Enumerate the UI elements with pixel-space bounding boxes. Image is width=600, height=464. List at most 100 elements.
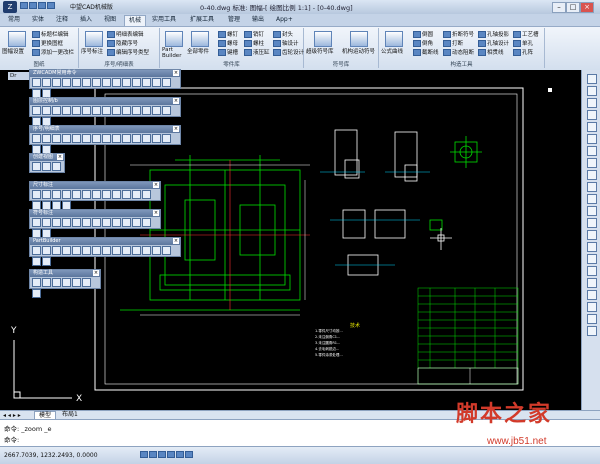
tool-icon[interactable] bbox=[112, 246, 121, 255]
tab-layout1[interactable]: 布局1 bbox=[58, 411, 82, 419]
tool-icon[interactable] bbox=[92, 190, 101, 199]
tool-icon[interactable] bbox=[32, 289, 41, 298]
command-prompt[interactable]: 命令: bbox=[4, 434, 19, 444]
tool-icon[interactable] bbox=[82, 190, 91, 199]
partbuilder-icon[interactable] bbox=[165, 31, 183, 47]
shaft-design-button[interactable]: 轴设计 bbox=[273, 39, 299, 47]
tool-icon[interactable] bbox=[82, 106, 91, 115]
undo-icon[interactable] bbox=[47, 2, 55, 9]
tool-icon[interactable] bbox=[52, 218, 61, 227]
tool-icon[interactable] bbox=[122, 134, 131, 143]
ribbon-tab[interactable]: 插入 bbox=[76, 15, 96, 25]
tool-icon[interactable] bbox=[72, 134, 81, 143]
new-icon[interactable] bbox=[20, 2, 28, 9]
tool-icon[interactable] bbox=[32, 162, 41, 171]
symbol-library-icon[interactable] bbox=[314, 31, 332, 47]
titleblock-edit-button[interactable]: 标题栏编辑 bbox=[32, 30, 69, 38]
tool-icon[interactable] bbox=[42, 78, 51, 87]
bom-edit-button[interactable]: 明细表编辑 bbox=[107, 30, 144, 38]
side-tool-icon[interactable] bbox=[587, 254, 597, 264]
tool-icon[interactable] bbox=[62, 78, 71, 87]
tool-icon[interactable] bbox=[42, 246, 51, 255]
ribbon-tab[interactable]: 管理 bbox=[224, 15, 244, 25]
side-tool-icon[interactable] bbox=[587, 122, 597, 132]
tool-icon[interactable] bbox=[152, 246, 161, 255]
change-frame-button[interactable]: 更换图框 bbox=[32, 39, 63, 47]
tool-icon[interactable] bbox=[62, 246, 71, 255]
tool-icon[interactable] bbox=[42, 134, 51, 143]
tool-icon[interactable] bbox=[52, 278, 61, 287]
floating-toolbar[interactable]: ZWCADM常用命令 × bbox=[29, 69, 181, 98]
frame-setup-icon[interactable] bbox=[8, 31, 26, 47]
tool-icon[interactable] bbox=[152, 78, 161, 87]
ribbon-tab[interactable]: 常用 bbox=[4, 15, 24, 25]
tool-icon[interactable] bbox=[42, 257, 51, 266]
tool-icon[interactable] bbox=[162, 246, 171, 255]
partbuilder-button[interactable]: Part Builder bbox=[162, 47, 186, 59]
formula-curve-button[interactable]: 公式曲线 bbox=[381, 47, 403, 55]
floating-toolbar[interactable]: 序号/明细表 × bbox=[29, 125, 181, 154]
side-tool-icon[interactable] bbox=[587, 110, 597, 120]
toolbar-close-icon[interactable]: × bbox=[173, 126, 179, 132]
ribbon-tab[interactable]: 输出 bbox=[248, 15, 268, 25]
tool-icon[interactable] bbox=[132, 106, 141, 115]
side-tool-icon[interactable] bbox=[587, 86, 597, 96]
document-tab[interactable]: Dr bbox=[8, 72, 30, 80]
tool-icon[interactable] bbox=[102, 106, 111, 115]
tool-icon[interactable] bbox=[32, 246, 41, 255]
tool-icon[interactable] bbox=[32, 134, 41, 143]
tool-icon[interactable] bbox=[72, 190, 81, 199]
keyway-button[interactable]: 键槽 bbox=[218, 48, 238, 56]
tool-icon[interactable] bbox=[72, 78, 81, 87]
stud-button[interactable]: 螺柱 bbox=[244, 39, 264, 47]
side-tool-icon[interactable] bbox=[587, 278, 597, 288]
tool-icon[interactable] bbox=[132, 246, 141, 255]
tool-icon[interactable] bbox=[32, 106, 41, 115]
toolbar-close-icon[interactable]: × bbox=[173, 98, 179, 104]
tool-icon[interactable] bbox=[72, 106, 81, 115]
tool-icon[interactable] bbox=[102, 134, 111, 143]
side-tool-icon[interactable] bbox=[587, 182, 597, 192]
tool-icon[interactable] bbox=[132, 134, 141, 143]
tool-icon[interactable] bbox=[112, 134, 121, 143]
hole-array-button[interactable]: 孔阵 bbox=[513, 48, 533, 56]
tool-icon[interactable] bbox=[82, 278, 91, 287]
tool-icon[interactable] bbox=[32, 78, 41, 87]
tool-icon[interactable] bbox=[142, 190, 151, 199]
side-tool-icon[interactable] bbox=[587, 206, 597, 216]
side-tool-icon[interactable] bbox=[587, 302, 597, 312]
tool-icon[interactable] bbox=[102, 246, 111, 255]
tool-icon[interactable] bbox=[122, 78, 131, 87]
balloon-type-button[interactable]: 编辑序号类型 bbox=[107, 48, 149, 56]
tool-icon[interactable] bbox=[92, 106, 101, 115]
grid-icon[interactable] bbox=[149, 451, 157, 458]
all-parts-icon[interactable] bbox=[191, 31, 209, 47]
nut-button[interactable]: 螺母 bbox=[218, 39, 238, 47]
tool-icon[interactable] bbox=[42, 218, 51, 227]
screw-button[interactable]: 螺钉 bbox=[218, 30, 238, 38]
side-tool-icon[interactable] bbox=[587, 194, 597, 204]
tool-icon[interactable] bbox=[32, 218, 41, 227]
side-tool-icon[interactable] bbox=[587, 242, 597, 252]
tool-icon[interactable] bbox=[92, 78, 101, 87]
tool-icon[interactable] bbox=[162, 134, 171, 143]
symbol-library-button[interactable]: 超级符号库 bbox=[306, 47, 334, 55]
ortho-icon[interactable] bbox=[158, 451, 166, 458]
tool-icon[interactable] bbox=[142, 134, 151, 143]
side-tool-icon[interactable] bbox=[587, 218, 597, 228]
tool-icon[interactable] bbox=[52, 78, 61, 87]
tool-icon[interactable] bbox=[62, 190, 71, 199]
toolbar-close-icon[interactable]: × bbox=[173, 238, 179, 244]
tool-icon[interactable] bbox=[152, 106, 161, 115]
tool-icon[interactable] bbox=[142, 246, 151, 255]
ribbon-tab[interactable]: 扩展工具 bbox=[186, 15, 218, 25]
tool-icon[interactable] bbox=[152, 134, 161, 143]
save-icon[interactable] bbox=[38, 2, 46, 9]
motion-symbol-button[interactable]: 机构运动符号 bbox=[342, 47, 375, 55]
toolbar-close-icon[interactable]: × bbox=[153, 210, 159, 216]
tool-icon[interactable] bbox=[52, 190, 61, 199]
tool-icon[interactable] bbox=[62, 106, 71, 115]
ribbon-tab[interactable]: 机械 bbox=[124, 15, 147, 26]
toolbar-title[interactable]: PartBuilder × bbox=[30, 238, 180, 245]
toolbar-title[interactable]: 构造工具 × bbox=[30, 270, 100, 277]
